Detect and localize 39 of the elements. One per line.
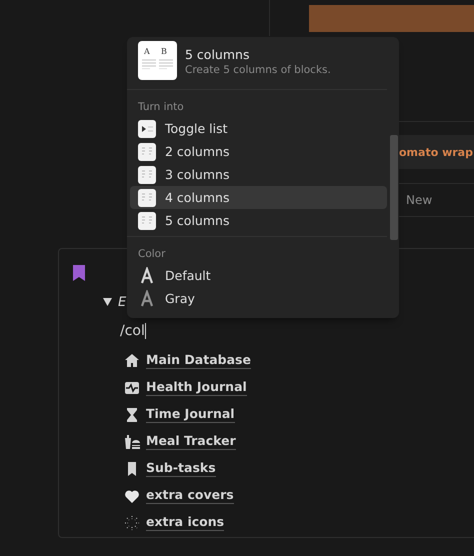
columns-icon <box>138 188 156 206</box>
toggle-title: E <box>118 294 126 310</box>
card-title: omato wrap <box>399 146 473 158</box>
columns-icon <box>138 212 156 230</box>
bookmark-icon <box>73 265 85 281</box>
menu-item[interactable]: Default <box>130 264 387 287</box>
columns-icon <box>138 166 156 184</box>
command-input[interactable]: /col <box>120 321 474 341</box>
section-heading: Color <box>137 247 166 262</box>
page-link[interactable]: extra covers <box>146 487 234 504</box>
toggle-triangle-icon[interactable] <box>103 298 112 306</box>
preview-description: Create 5 columns of blocks. <box>185 64 331 76</box>
drink-burger-icon <box>124 434 140 450</box>
heart-icon <box>124 488 140 504</box>
hourglass-icon <box>124 406 140 422</box>
text-lines-icon <box>142 59 156 69</box>
page-link[interactable]: Meal Tracker <box>146 433 236 450</box>
page-link[interactable]: Sub-tasks <box>146 460 216 477</box>
preview-letter: A <box>143 47 150 57</box>
menu-item[interactable]: 5 columns <box>130 209 387 232</box>
preview-title: 5 columns <box>185 47 250 62</box>
page-link[interactable]: Main Database <box>146 352 251 369</box>
dotted-sparkle-icon <box>124 514 140 530</box>
text-lines-icon <box>159 59 173 69</box>
section-heading: Turn into <box>137 100 185 115</box>
menu-item[interactable]: Toggle list <box>130 117 387 140</box>
menu-item[interactable]: Gray <box>130 287 387 310</box>
scrollbar-thumb[interactable] <box>390 135 398 240</box>
menu-item[interactable]: 2 columns <box>130 140 387 163</box>
preview-letter: B <box>160 47 167 57</box>
house-icon <box>124 352 140 368</box>
toggle-list-icon <box>138 120 156 138</box>
page-link[interactable]: extra icons <box>146 514 224 531</box>
columns-icon <box>138 142 156 160</box>
pulse-icon <box>124 380 140 396</box>
menu-item[interactable]: 3 columns <box>130 163 387 186</box>
page-link[interactable]: Health Journal <box>146 379 247 396</box>
page-link[interactable]: Time Journal <box>146 406 235 423</box>
menu-item[interactable]: 4 columns <box>130 186 387 209</box>
